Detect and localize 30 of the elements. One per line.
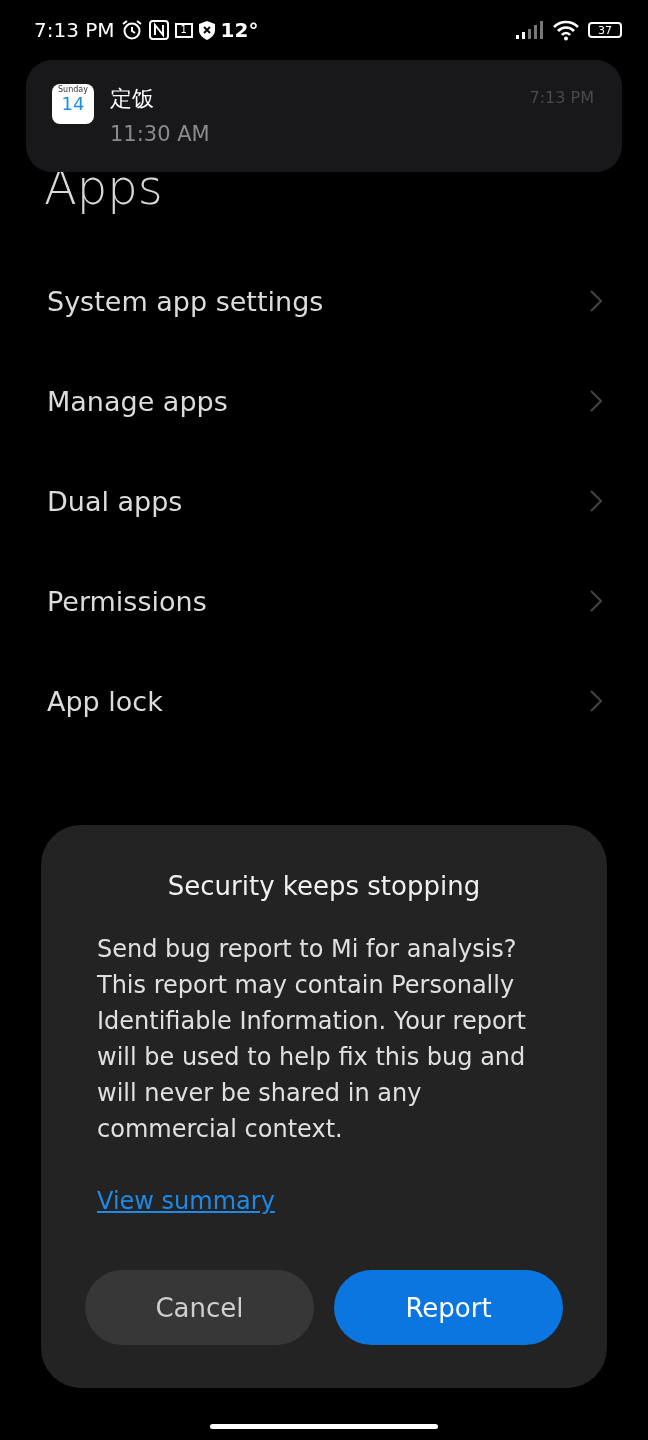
notification-text: 11:30 AM [110, 122, 210, 146]
shield-icon [198, 20, 215, 40]
cancel-button[interactable]: Cancel [85, 1270, 314, 1345]
settings-item[interactable]: System app settings [0, 251, 648, 351]
battery-icon: 37 [588, 22, 622, 38]
dialog-title: Security keeps stopping [166, 871, 482, 901]
settings-item[interactable]: Dual apps [0, 451, 648, 551]
home-indicator[interactable] [210, 1424, 438, 1429]
chevron-right-icon [590, 590, 602, 612]
view-summary-link[interactable]: View summary [97, 1187, 275, 1215]
settings-item[interactable]: Permissions [0, 551, 648, 651]
signal-icon [516, 21, 544, 39]
temperature: 12° [220, 18, 259, 42]
calendar-day: Sunday [58, 86, 88, 95]
settings-item[interactable]: Manage apps [0, 351, 648, 451]
chevron-right-icon [590, 490, 602, 512]
clock-time: 7:13 PM [34, 18, 115, 42]
alarm-clock-icon [120, 19, 143, 41]
sim-card-icon: 1 [174, 22, 193, 38]
nfc-icon [148, 20, 169, 40]
report-button[interactable]: Report [334, 1270, 563, 1345]
calendar-date: 14 [61, 94, 85, 113]
notification-title: 定饭 [110, 85, 155, 113]
page-title: Apps [44, 158, 163, 217]
settings-item[interactable]: App lock [0, 651, 648, 751]
wifi-icon [552, 19, 580, 41]
chevron-right-icon [590, 690, 602, 712]
chevron-right-icon [590, 290, 602, 312]
chevron-right-icon [590, 390, 602, 412]
dialog-message: Send bug report to Mi for analysis? This report may contain Personally Identifiable Information. Your report will be used to help fix this bug and will never be shared in any commercial context. [97, 934, 527, 1145]
